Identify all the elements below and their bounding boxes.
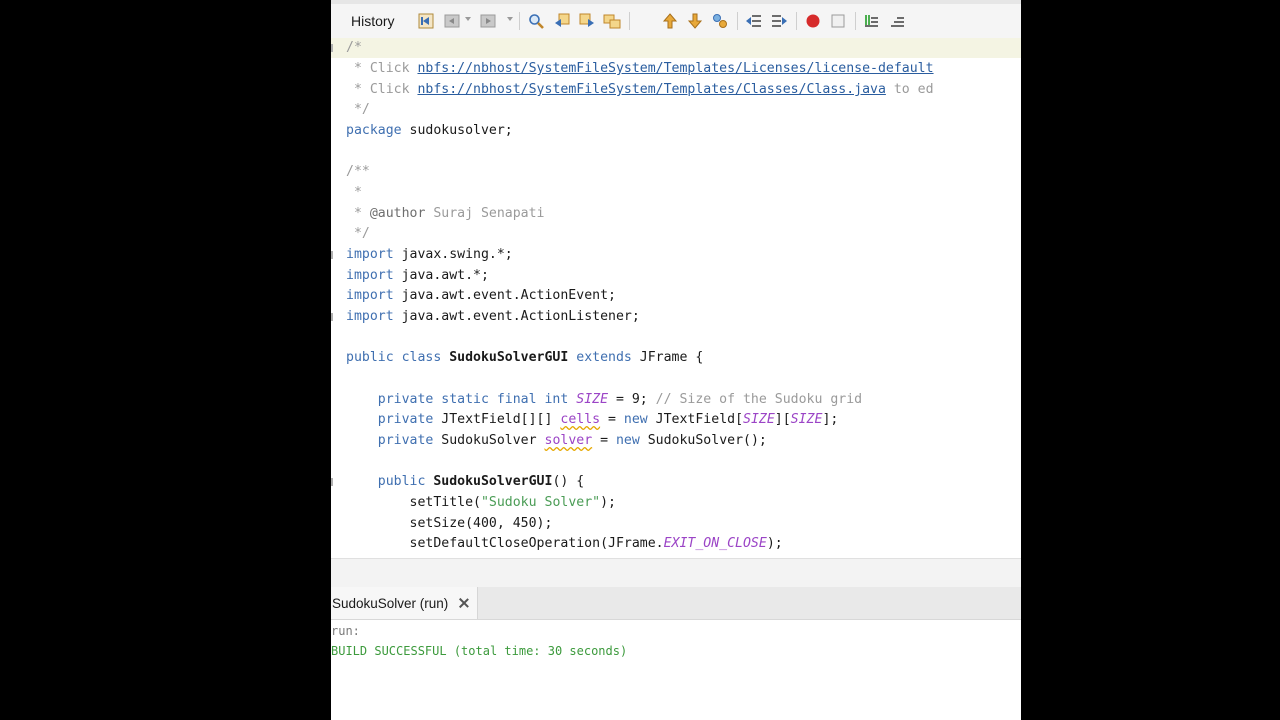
output-tab-label: SudokuSolver (run) (332, 595, 449, 611)
fold-marker[interactable] (331, 44, 333, 52)
next-history-dropdown-icon[interactable] (507, 17, 513, 21)
toolbar-separator (796, 12, 797, 30)
code-line: public SudokuSolverGUI() { (346, 474, 585, 489)
code-line: setSize(400, 450); (346, 516, 553, 531)
code-editor[interactable]: /* * Click nbfs://nbhost/SystemFileSyste… (331, 38, 1021, 558)
code-line: import javax.swing.*; (346, 247, 513, 262)
toolbar-separator (737, 12, 738, 30)
license-link[interactable]: nbfs://nbhost/SystemFileSystem/Templates… (417, 61, 933, 76)
code-line: * Click nbfs://nbhost/SystemFileSystem/T… (346, 61, 934, 76)
code-line: * @author Suraj Senapati (346, 206, 545, 221)
prev-history-dropdown-icon[interactable] (465, 17, 471, 21)
prev-history-icon[interactable] (443, 12, 461, 30)
next-history-icon[interactable] (479, 12, 497, 30)
fold-marker[interactable] (331, 478, 333, 486)
code-line: import java.awt.*; (346, 268, 489, 283)
stop-macro-icon[interactable] (829, 12, 847, 30)
code-line: import java.awt.event.ActionEvent; (346, 288, 616, 303)
code-line: package sudokusolver; (346, 123, 513, 138)
shift-right-icon[interactable] (770, 12, 788, 30)
output-build-status: BUILD SUCCESSFUL (total time: 30 seconds… (331, 644, 628, 658)
code-line: setTitle("Sudoku Solver"); (346, 495, 616, 510)
code-line: public class SudokuSolverGUI extends JFr… (346, 350, 704, 365)
toggle-highlight-icon[interactable] (603, 12, 621, 30)
code-line: /* (346, 40, 362, 55)
top-strip (331, 0, 1021, 4)
comment-icon[interactable] (862, 12, 880, 30)
find-previous-icon[interactable] (553, 12, 571, 30)
code-line: private SudokuSolver solver = new Sudoku… (346, 433, 767, 448)
ide-window: History /* * Click nbfs://nbhost/SystemF… (331, 0, 1021, 720)
output-console[interactable]: run: BUILD SUCCESSFUL (total time: 30 se… (331, 620, 1021, 720)
toolbar-separator (519, 12, 520, 30)
toolbar-separator (855, 12, 856, 30)
panel-splitter[interactable] (331, 558, 1021, 588)
toolbar-separator (629, 12, 630, 30)
output-tab-bar: SudokuSolver (run) (331, 587, 1021, 620)
find-icon[interactable] (527, 12, 545, 30)
code-line: setDefaultCloseOperation(JFrame.EXIT_ON_… (346, 536, 783, 551)
class-template-link[interactable]: nbfs://nbhost/SystemFileSystem/Templates… (417, 82, 885, 97)
code-line: private JTextField[][] cells = new JText… (346, 412, 839, 427)
code-line: import java.awt.event.ActionListener; (346, 309, 640, 324)
code-line: * (346, 185, 362, 200)
next-bookmark-icon[interactable] (686, 12, 704, 30)
code-line: * Click nbfs://nbhost/SystemFileSystem/T… (346, 82, 934, 97)
prev-bookmark-icon[interactable] (661, 12, 679, 30)
toggle-bookmark-icon[interactable] (711, 12, 729, 30)
editor-toolbar: History (331, 0, 1021, 39)
record-macro-icon[interactable] (804, 12, 822, 30)
code-line: */ (346, 226, 370, 241)
code-line: private static final int SIZE = 9; // Si… (346, 392, 863, 407)
shift-left-icon[interactable] (745, 12, 763, 30)
find-next-icon[interactable] (578, 12, 596, 30)
output-run-line: run: (331, 624, 360, 638)
back-to-last-edit-icon[interactable] (417, 12, 435, 30)
history-tab[interactable]: History (343, 8, 403, 32)
output-tab-sudokusolver-run[interactable]: SudokuSolver (run) (331, 587, 478, 619)
fold-marker[interactable] (331, 313, 333, 321)
uncomment-icon[interactable] (888, 12, 906, 30)
close-icon[interactable] (458, 597, 470, 609)
code-line: /** (346, 164, 370, 179)
fold-marker[interactable] (331, 251, 333, 259)
code-line: */ (346, 102, 370, 117)
current-line-highlight (331, 38, 1021, 58)
